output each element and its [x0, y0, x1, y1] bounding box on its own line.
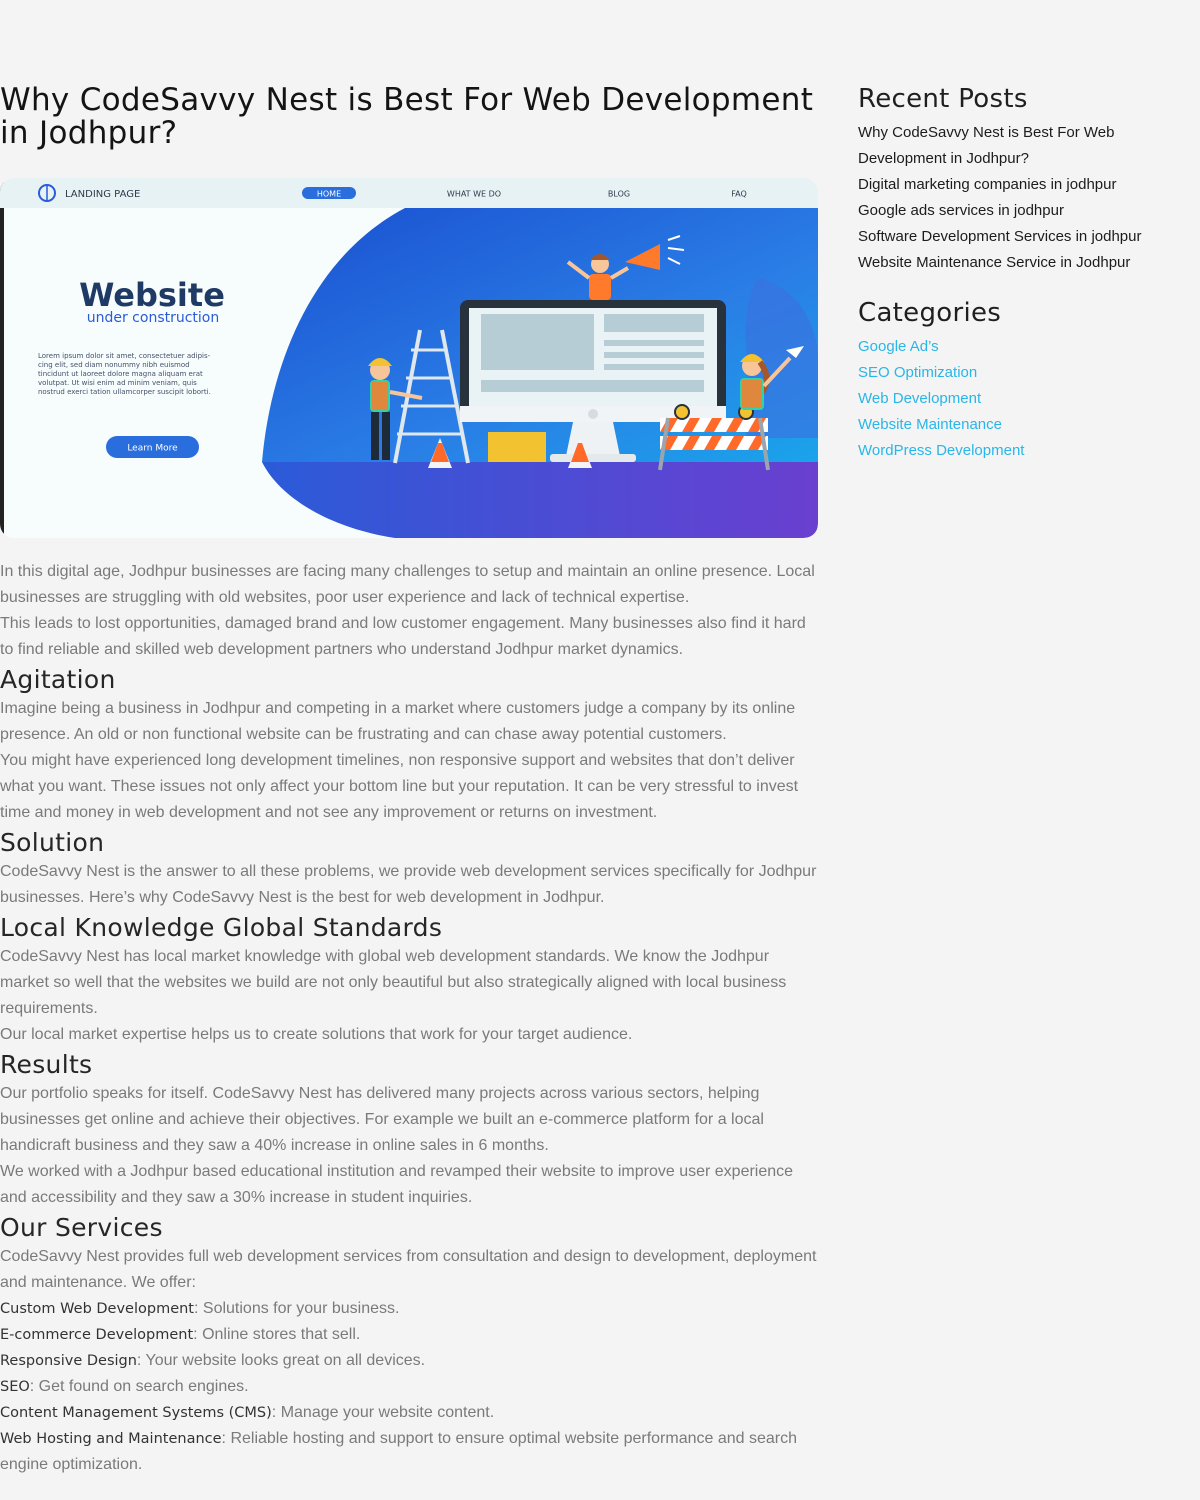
hero-lorem-line: nostrud exerci tation ullamcorper suscip…: [38, 388, 211, 396]
category-link[interactable]: SEO Optimization: [858, 364, 977, 381]
hero-lorem-line: cing elit, sed diam nonummy nibh euismod: [38, 361, 190, 369]
service-name: Custom Web Development: [0, 1301, 194, 1317]
post-content: In this digital age, Jodhpur businesses …: [0, 559, 818, 1478]
service-item: E-commerce Development: Online stores th…: [0, 1322, 818, 1348]
results-paragraph: Our portfolio speaks for itself. CodeSav…: [0, 1085, 764, 1154]
recent-posts-title: Recent Posts: [858, 84, 1028, 114]
category-item: Website Maintenance: [858, 412, 1178, 438]
recent-post-link[interactable]: Why CodeSavvy Nest is Best For Web Devel…: [858, 124, 1114, 167]
local-knowledge-heading: Local Knowledge Global Standards: [0, 913, 443, 942]
categories-list: Google Ad’s SEO Optimization Web Develop…: [858, 334, 1178, 464]
category-link[interactable]: Google Ad’s: [858, 338, 939, 355]
recent-post-link[interactable]: Digital marketing companies in jodhpur: [858, 176, 1116, 193]
service-desc: : Get found on search engines.: [29, 1378, 249, 1395]
category-link[interactable]: Web Development: [858, 390, 981, 407]
category-item: SEO Optimization: [858, 360, 1178, 386]
agitation-heading: Agitation: [0, 665, 116, 694]
category-item: WordPress Development: [858, 438, 1178, 464]
recent-post-item: Google ads services in jodhpur: [858, 198, 1178, 224]
hero-nav-brand: LANDING PAGE: [65, 189, 140, 200]
sidebar: Recent Posts Why CodeSavvy Nest is Best …: [858, 84, 1178, 464]
agitation-paragraph: You might have experienced long developm…: [0, 752, 799, 821]
service-item: Custom Web Development: Solutions for yo…: [0, 1296, 818, 1322]
hero-heading: Website: [79, 276, 225, 314]
service-name: Content Management Systems (CMS): [0, 1405, 272, 1421]
service-name: E-commerce Development: [0, 1327, 194, 1343]
service-name: SEO: [0, 1379, 30, 1395]
service-desc: : Manage your website content.: [271, 1404, 495, 1421]
hero-image: LANDING PAGE HOME WHAT WE DO BLOG FAQ We…: [0, 178, 818, 538]
service-item: Web Hosting and Maintenance: Reliable ho…: [0, 1426, 818, 1478]
service-desc: : Online stores that sell.: [193, 1326, 361, 1343]
solution-heading: Solution: [0, 828, 105, 857]
hero-nav-blog: BLOG: [608, 190, 630, 199]
recent-post-item: Software Development Services in jodhpur: [858, 224, 1178, 250]
results-paragraph: We worked with a Jodhpur based education…: [0, 1163, 794, 1206]
category-link[interactable]: Website Maintenance: [858, 416, 1002, 433]
service-name: Responsive Design: [0, 1353, 137, 1369]
recent-posts-widget: Recent Posts Why CodeSavvy Nest is Best …: [858, 84, 1178, 276]
hero-lorem-line: volutpat. Ut wisi enim ad minim veniam, …: [38, 379, 197, 387]
intro-paragraph: In this digital age, Jodhpur businesses …: [0, 563, 815, 606]
service-item: Responsive Design: Your website looks gr…: [0, 1348, 818, 1374]
hero-nav-whatwedo: WHAT WE DO: [447, 190, 501, 199]
recent-post-link[interactable]: Software Development Services in jodhpur: [858, 228, 1141, 245]
agitation-paragraph: Imagine being a business in Jodhpur and …: [0, 700, 796, 743]
hero-toolbox: [488, 432, 546, 462]
recent-post-link[interactable]: Google ads services in jodhpur: [858, 202, 1064, 219]
categories-title: Categories: [858, 298, 1002, 328]
services-intro: CodeSavvy Nest provides full web develop…: [0, 1248, 817, 1291]
services-heading: Our Services: [0, 1213, 163, 1242]
hero-lorem-line: tincidunt ut laoreet dolore magna aliqua…: [38, 370, 203, 378]
category-item: Web Development: [858, 386, 1178, 412]
service-name: Web Hosting and Maintenance: [0, 1431, 222, 1447]
solution-paragraph: CodeSavvy Nest is the answer to all thes…: [0, 863, 817, 906]
hero-lorem-line: Lorem ipsum dolor sit amet, consectetuer…: [38, 352, 211, 360]
recent-post-item: Digital marketing companies in jodhpur: [858, 172, 1178, 198]
service-item: SEO: Get found on search engines.: [0, 1374, 818, 1400]
service-desc: : Your website looks great on all device…: [136, 1352, 426, 1369]
results-heading: Results: [0, 1050, 93, 1079]
intro-paragraph: This leads to lost opportunities, damage…: [0, 615, 806, 658]
service-item: Content Management Systems (CMS): Manage…: [0, 1400, 818, 1426]
post-main: Why CodeSavvy Nest is Best For Web Devel…: [0, 84, 818, 1478]
recent-post-link[interactable]: Website Maintenance Service in Jodhpur: [858, 254, 1130, 271]
recent-posts-list: Why CodeSavvy Nest is Best For Web Devel…: [858, 120, 1178, 276]
category-link[interactable]: WordPress Development: [858, 442, 1024, 459]
category-item: Google Ad’s: [858, 334, 1178, 360]
hero-nav-home: HOME: [317, 190, 341, 199]
hero-learn-more-label: Learn More: [127, 444, 178, 454]
hero-subheading: under construction: [87, 310, 220, 326]
service-desc: : Solutions for your business.: [194, 1300, 400, 1317]
local-knowledge-paragraph: CodeSavvy Nest has local market knowledg…: [0, 948, 787, 1017]
post-title: Why CodeSavvy Nest is Best For Web Devel…: [0, 82, 814, 151]
local-knowledge-paragraph: Our local market expertise helps us to c…: [0, 1026, 633, 1043]
categories-widget: Categories Google Ad’s SEO Optimization …: [858, 298, 1178, 464]
hero-nav-faq: FAQ: [731, 190, 747, 199]
recent-post-item: Why CodeSavvy Nest is Best For Web Devel…: [858, 120, 1178, 172]
recent-post-item: Website Maintenance Service in Jodhpur: [858, 250, 1178, 276]
hero-illustration: LANDING PAGE HOME WHAT WE DO BLOG FAQ We…: [0, 178, 818, 538]
